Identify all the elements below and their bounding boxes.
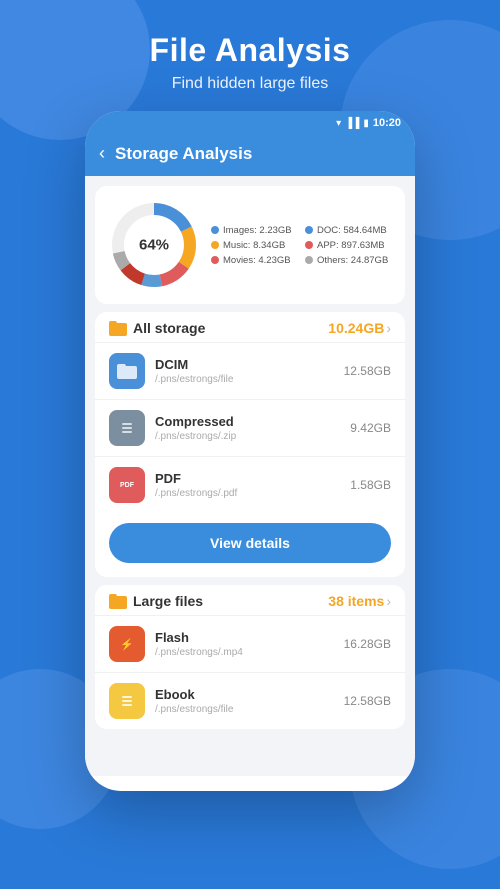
phone-content: 64% Images: 2.23GB DOC: 584.64MB Music: … xyxy=(85,176,415,776)
pdf-icon-wrap: PDF xyxy=(109,467,145,503)
pdf-icon: PDF xyxy=(119,475,135,495)
all-storage-arrow: › xyxy=(386,320,391,336)
ebook-line-1 xyxy=(122,696,132,698)
compressed-size: 9.42GB xyxy=(350,421,391,435)
legend-label-movies: Movies: 4.23GB xyxy=(223,255,291,266)
legend-images: Images: 2.23GB xyxy=(211,225,297,236)
legend-dot-movies xyxy=(211,256,219,264)
all-storage-value: 10.24GB xyxy=(328,320,384,336)
legend-dot-doc xyxy=(305,226,313,234)
all-storage-card: All storage 10.24GB › DCIM /.pns/estrong… xyxy=(95,312,405,577)
large-files-title: Large files xyxy=(133,593,203,609)
pdf-info: PDF /.pns/estrongs/.pdf xyxy=(155,471,350,499)
all-storage-header[interactable]: All storage 10.24GB › xyxy=(95,312,405,342)
zip-line-1 xyxy=(122,423,132,425)
large-files-badge: 38 items xyxy=(328,593,384,609)
legend-dot-app xyxy=(305,241,313,249)
chart-legend: Images: 2.23GB DOC: 584.64MB Music: 8.34… xyxy=(211,225,391,266)
dcim-path: /.pns/estrongs/file xyxy=(155,374,344,385)
flash-size: 16.28GB xyxy=(344,637,391,651)
donut-chart: 64% xyxy=(109,200,199,290)
legend-label-app: APP: 897.63MB xyxy=(317,240,385,251)
file-item-pdf[interactable]: PDF PDF /.pns/estrongs/.pdf 1.58GB xyxy=(95,456,405,513)
dcim-icon-wrap xyxy=(109,353,145,389)
page-title: File Analysis xyxy=(0,32,500,69)
legend-others: Others: 24.87GB xyxy=(305,255,391,266)
dcim-name: DCIM xyxy=(155,357,344,372)
back-button[interactable]: ‹ xyxy=(99,143,105,164)
ebook-info: Ebook /.pns/estrongs/file xyxy=(155,687,344,715)
legend-doc: DOC: 584.64MB xyxy=(305,225,391,236)
ebook-line-3 xyxy=(122,704,132,706)
large-files-title-wrap: Large files xyxy=(109,593,203,609)
topbar: ‹ Storage Analysis xyxy=(85,135,415,176)
page-header: File Analysis Find hidden large files xyxy=(0,0,500,93)
compressed-name: Compressed xyxy=(155,414,350,429)
all-storage-value-wrap: 10.24GB › xyxy=(328,320,391,336)
topbar-title: Storage Analysis xyxy=(115,144,252,164)
compressed-icon-wrap xyxy=(109,410,145,446)
flash-icon-wrap: ⚡ xyxy=(109,626,145,662)
ebook-path: /.pns/estrongs/file xyxy=(155,704,344,715)
view-details-button[interactable]: View details xyxy=(109,523,391,563)
battery-icon: ▮ xyxy=(363,118,369,129)
dcim-info: DCIM /.pns/estrongs/file xyxy=(155,357,344,385)
large-files-badge-wrap: 38 items › xyxy=(328,593,391,609)
wifi-icon: ▾ xyxy=(336,118,341,129)
legend-label-doc: DOC: 584.64MB xyxy=(317,225,387,236)
legend-music: Music: 8.34GB xyxy=(211,240,297,251)
dcim-size: 12.58GB xyxy=(344,364,391,378)
signal-icon: ▐▐ xyxy=(345,118,359,129)
pdf-path: /.pns/estrongs/.pdf xyxy=(155,488,350,499)
legend-dot-images xyxy=(211,226,219,234)
ebook-name: Ebook xyxy=(155,687,344,702)
large-files-folder-icon xyxy=(109,593,127,609)
compressed-info: Compressed /.pns/estrongs/.zip xyxy=(155,414,350,442)
status-icons: ▾ ▐▐ ▮ 10:20 xyxy=(336,117,401,129)
flash-icon: ⚡ xyxy=(119,634,135,654)
file-item-flash[interactable]: ⚡ Flash /.pns/estrongs/.mp4 16.28GB xyxy=(95,615,405,672)
file-item-dcim[interactable]: DCIM /.pns/estrongs/file 12.58GB xyxy=(95,342,405,399)
compressed-path: /.pns/estrongs/.zip xyxy=(155,431,350,442)
donut-percent: 64% xyxy=(139,237,169,254)
status-time: 10:20 xyxy=(373,117,401,129)
large-files-card: Large files 38 items › ⚡ Flash /.pns/est… xyxy=(95,585,405,729)
view-details-wrap: View details xyxy=(95,513,405,577)
folder-icon xyxy=(109,320,127,336)
page-subtitle: Find hidden large files xyxy=(0,75,500,93)
legend-app: APP: 897.63MB xyxy=(305,240,391,251)
ebook-icon-wrap xyxy=(109,683,145,719)
zip-line-2 xyxy=(122,427,132,429)
all-storage-title: All storage xyxy=(133,320,205,336)
flash-info: Flash /.pns/estrongs/.mp4 xyxy=(155,630,344,658)
phone-mockup: ▾ ▐▐ ▮ 10:20 ‹ Storage Analysis xyxy=(85,111,415,791)
file-item-compressed[interactable]: Compressed /.pns/estrongs/.zip 9.42GB xyxy=(95,399,405,456)
large-files-arrow: › xyxy=(386,593,391,609)
ebook-icon xyxy=(119,691,135,711)
flash-name: Flash xyxy=(155,630,344,645)
zip-icon xyxy=(119,418,135,438)
legend-label-others: Others: 24.87GB xyxy=(317,255,388,266)
all-storage-title-wrap: All storage xyxy=(109,320,205,336)
folder-blue-icon xyxy=(117,363,137,379)
legend-label-music: Music: 8.34GB xyxy=(223,240,285,251)
large-files-header[interactable]: Large files 38 items › xyxy=(95,585,405,615)
pdf-size: 1.58GB xyxy=(350,478,391,492)
legend-movies: Movies: 4.23GB xyxy=(211,255,297,266)
zip-line-3 xyxy=(122,431,132,433)
legend-dot-music xyxy=(211,241,219,249)
ebook-size: 12.58GB xyxy=(344,694,391,708)
storage-overview-card: 64% Images: 2.23GB DOC: 584.64MB Music: … xyxy=(95,186,405,304)
flash-path: /.pns/estrongs/.mp4 xyxy=(155,647,344,658)
ebook-line-2 xyxy=(122,700,132,702)
status-bar: ▾ ▐▐ ▮ 10:20 xyxy=(85,111,415,135)
storage-overview: 64% Images: 2.23GB DOC: 584.64MB Music: … xyxy=(109,200,391,290)
pdf-name: PDF xyxy=(155,471,350,486)
legend-dot-others xyxy=(305,256,313,264)
file-item-ebook[interactable]: Ebook /.pns/estrongs/file 12.58GB xyxy=(95,672,405,729)
legend-label-images: Images: 2.23GB xyxy=(223,225,292,236)
